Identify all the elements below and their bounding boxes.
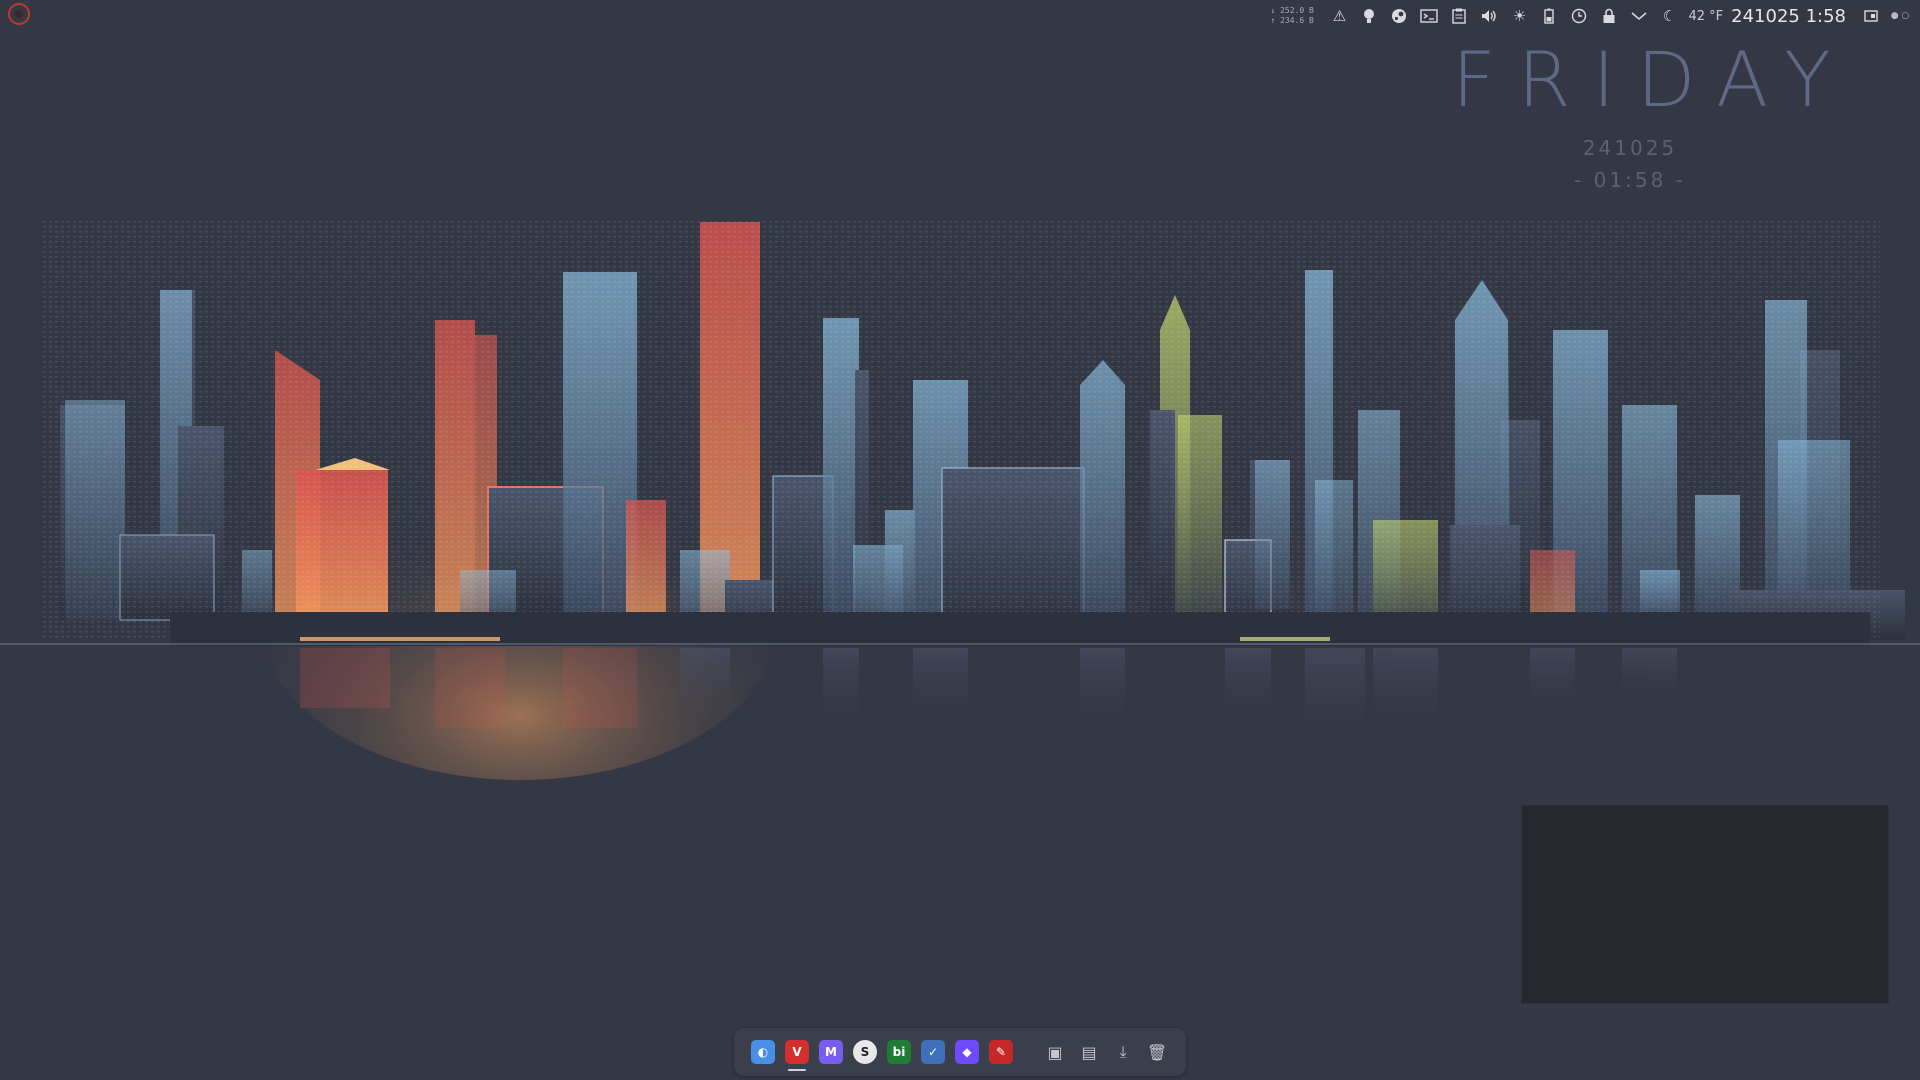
dots-icon[interactable]: ● ○ [1886,11,1914,21]
lock-icon[interactable] [1594,0,1624,32]
net-down-text: ↓ 252.0 B [1270,6,1314,15]
net-up-text: ↑ 234.6 B [1270,16,1314,25]
window-icon[interactable] [1856,0,1886,32]
inkscape-icon[interactable]: ✎ [989,1040,1013,1064]
battery-icon[interactable] [1534,0,1564,32]
documents-folder-icon[interactable]: ▤ [1077,1040,1101,1064]
system-tray: ↓ 252.0 B ↑ 234.6 B ⚠ ☀ ☾ 42 °F 241025 1… [1270,0,1914,32]
lightbulb-icon[interactable] [1354,0,1384,32]
clock-icon[interactable] [1564,0,1594,32]
widget-date: 241025 [1582,136,1678,160]
simplenote-icon[interactable]: S [853,1040,877,1064]
notifications-icon[interactable]: ⚠ [1324,0,1354,32]
date-widget: FRIDAY 241025 - 01:58 - [1430,35,1853,193]
downloads-icon[interactable]: ⤓ [1111,1040,1135,1064]
proton-mail-icon[interactable]: M [819,1040,843,1064]
brightness-icon[interactable]: ☀ [1504,0,1534,32]
vivaldi-icon[interactable]: V [785,1040,809,1071]
dock: ◐ V M Sbi ✓ ◆ ✎ ▣ ▤ ⤓ 🗑 [734,1028,1186,1076]
widget-time: - 01:58 - [1574,168,1686,192]
distro-logo-icon[interactable] [8,3,30,25]
day-name: FRIDAY [1452,35,1853,124]
weather-temperature[interactable]: 42 °F [1684,9,1729,24]
empty-widget-panel [1521,805,1889,1004]
volume-icon[interactable] [1474,0,1504,32]
copilot-icon[interactable]: ◐ [751,1040,775,1064]
terminal-icon[interactable] [1414,0,1444,32]
wallpaper-skyline [0,220,1920,780]
chevron-down-icon[interactable] [1624,0,1654,32]
clipboard-icon[interactable] [1444,0,1474,32]
proton-vpn-icon[interactable]: ◆ [955,1040,979,1064]
steam-icon[interactable] [1384,0,1414,32]
beeper-icon[interactable]: bi [887,1040,911,1064]
network-speed: ↓ 252.0 B ↑ 234.6 B [1270,0,1318,32]
panel-clock[interactable]: 241025 1:58 [1729,6,1856,27]
moon-icon[interactable]: ☾ [1654,0,1684,32]
pictures-folder-icon[interactable]: ▣ [1043,1040,1067,1064]
tasks-icon[interactable]: ✓ [921,1040,945,1064]
trash-icon[interactable]: 🗑 [1145,1040,1169,1064]
